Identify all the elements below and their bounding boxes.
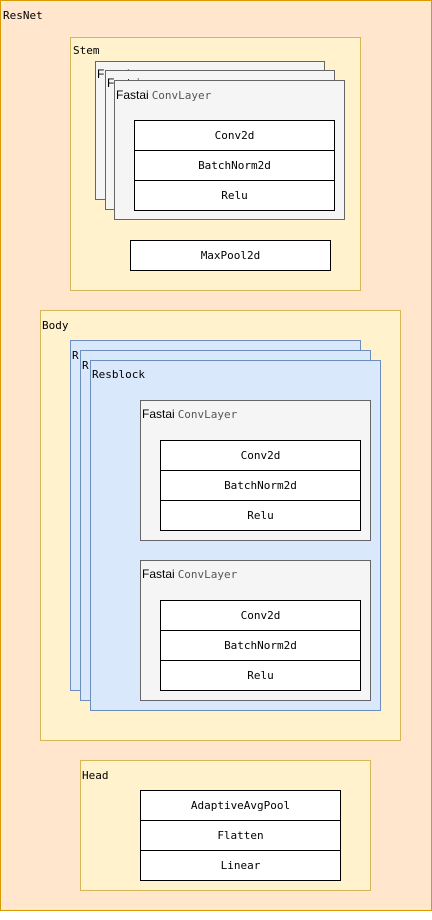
stem-conv2d: Conv2d [134, 120, 335, 151]
resblock2-relu: Relu [160, 660, 361, 691]
resblock-back-1-label: R [82, 359, 89, 372]
stem-relu: Relu [134, 180, 335, 211]
stem-convlayer-title: Fastai ConvLayer [116, 88, 211, 103]
body-label: Body [42, 319, 69, 332]
stem-maxpool2d: MaxPool2d [130, 240, 331, 271]
resblock2-conv2d: Conv2d [160, 600, 361, 631]
resnet-label: ResNet [3, 9, 43, 22]
resblock1-conv2d: Conv2d [160, 440, 361, 471]
head-adaptiveavgpool: AdaptiveAvgPool [140, 790, 341, 821]
resblock-convlayer-2-prefix: Fastai [142, 567, 175, 581]
stem-batchnorm2d: BatchNorm2d [134, 150, 335, 181]
resblock-convlayer-1-title: Fastai ConvLayer [142, 407, 237, 422]
head-linear: Linear [140, 850, 341, 881]
resblock-convlayer-2-suffix: ConvLayer [177, 568, 238, 581]
stem-convlayer-prefix: Fastai [116, 88, 149, 102]
stem-label: Stem [73, 44, 100, 57]
resblock-convlayer-1-suffix: ConvLayer [177, 408, 238, 421]
head-label: Head [82, 769, 109, 782]
resblock-back-2-label: R [72, 349, 79, 362]
resblock-convlayer-1-prefix: Fastai [142, 407, 175, 421]
resblock1-batchnorm2d: BatchNorm2d [160, 470, 361, 501]
resblock2-batchnorm2d: BatchNorm2d [160, 630, 361, 661]
resblock-convlayer-2-title: Fastai ConvLayer [142, 567, 237, 582]
stem-convlayer-suffix: ConvLayer [151, 89, 212, 102]
head-flatten: Flatten [140, 820, 341, 851]
resblock1-relu: Relu [160, 500, 361, 531]
resblock-label: Resblock [92, 368, 145, 381]
